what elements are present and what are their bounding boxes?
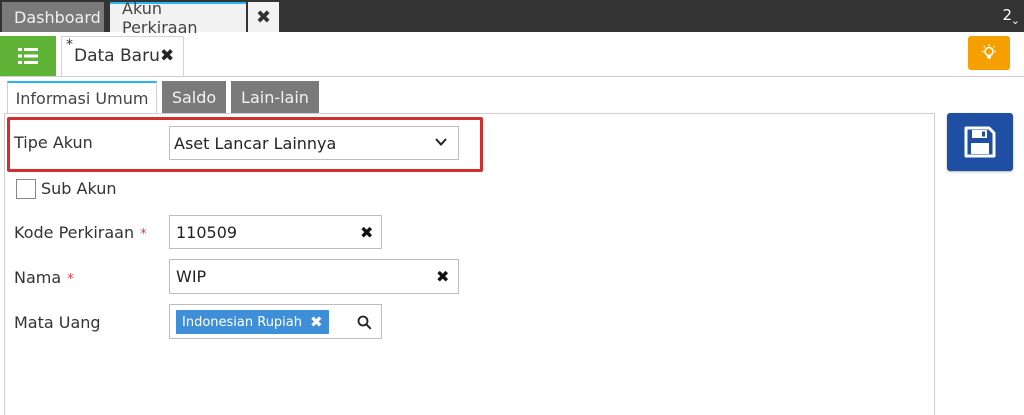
clear-icon[interactable]: ✖	[436, 267, 449, 286]
currency-chip-label: Indonesian Rupiah	[182, 314, 302, 330]
list-icon	[18, 48, 38, 64]
required-marker: *	[140, 227, 147, 242]
search-icon[interactable]	[357, 315, 372, 330]
kode-perkiraan-value: 110509	[176, 223, 238, 242]
list-menu-button[interactable]	[0, 36, 56, 76]
top-tab-bar: Dashboard Akun Perkiraan ✖ 2 ⌄	[0, 0, 1024, 37]
clear-icon[interactable]: ✖	[360, 223, 373, 242]
close-icon[interactable]: ✖	[160, 46, 174, 66]
kode-perkiraan-input[interactable]: 110509 ✖	[169, 215, 382, 249]
save-icon	[964, 126, 996, 158]
sub-akun-checkbox[interactable]	[16, 179, 36, 199]
tab-dashboard-label: Dashboard	[14, 7, 101, 27]
tab-data-baru-label: Data Baru	[74, 46, 160, 66]
required-marker: *	[67, 272, 74, 287]
tab-akun-perkiraan[interactable]: Akun Perkiraan	[110, 0, 246, 37]
remove-chip-icon[interactable]: ✖	[310, 313, 323, 331]
tab-lain-lain[interactable]: Lain-lain	[231, 81, 319, 113]
lightbulb-icon	[982, 44, 996, 59]
sub-akun-label: Sub Akun	[41, 179, 117, 198]
highlight-box	[7, 117, 483, 172]
nama-input[interactable]: WIP ✖	[169, 259, 459, 294]
close-tab-icon[interactable]: ✖	[248, 2, 279, 32]
chevron-down-icon[interactable]: ⌄	[1011, 14, 1020, 27]
save-button[interactable]	[947, 113, 1013, 171]
tips-button[interactable]	[968, 36, 1010, 70]
mata-uang-input[interactable]: Indonesian Rupiah ✖	[169, 304, 382, 339]
unsaved-indicator: *	[66, 37, 73, 53]
kode-perkiraan-label: Kode Perkiraan *	[14, 223, 147, 242]
tab-saldo[interactable]: Saldo	[162, 81, 226, 113]
mata-uang-label: Mata Uang	[14, 313, 101, 332]
tab-data-baru[interactable]: * Data Baru ✖	[61, 36, 184, 76]
nama-value: WIP	[176, 267, 207, 286]
tab-dashboard[interactable]: Dashboard	[2, 2, 104, 32]
nama-label: Nama *	[14, 268, 74, 287]
currency-chip: Indonesian Rupiah ✖	[176, 310, 329, 334]
tab-informasi-umum[interactable]: Informasi Umum	[7, 81, 157, 114]
tab-akun-perkiraan-label: Akun Perkiraan	[122, 0, 198, 37]
divider	[0, 76, 1024, 77]
